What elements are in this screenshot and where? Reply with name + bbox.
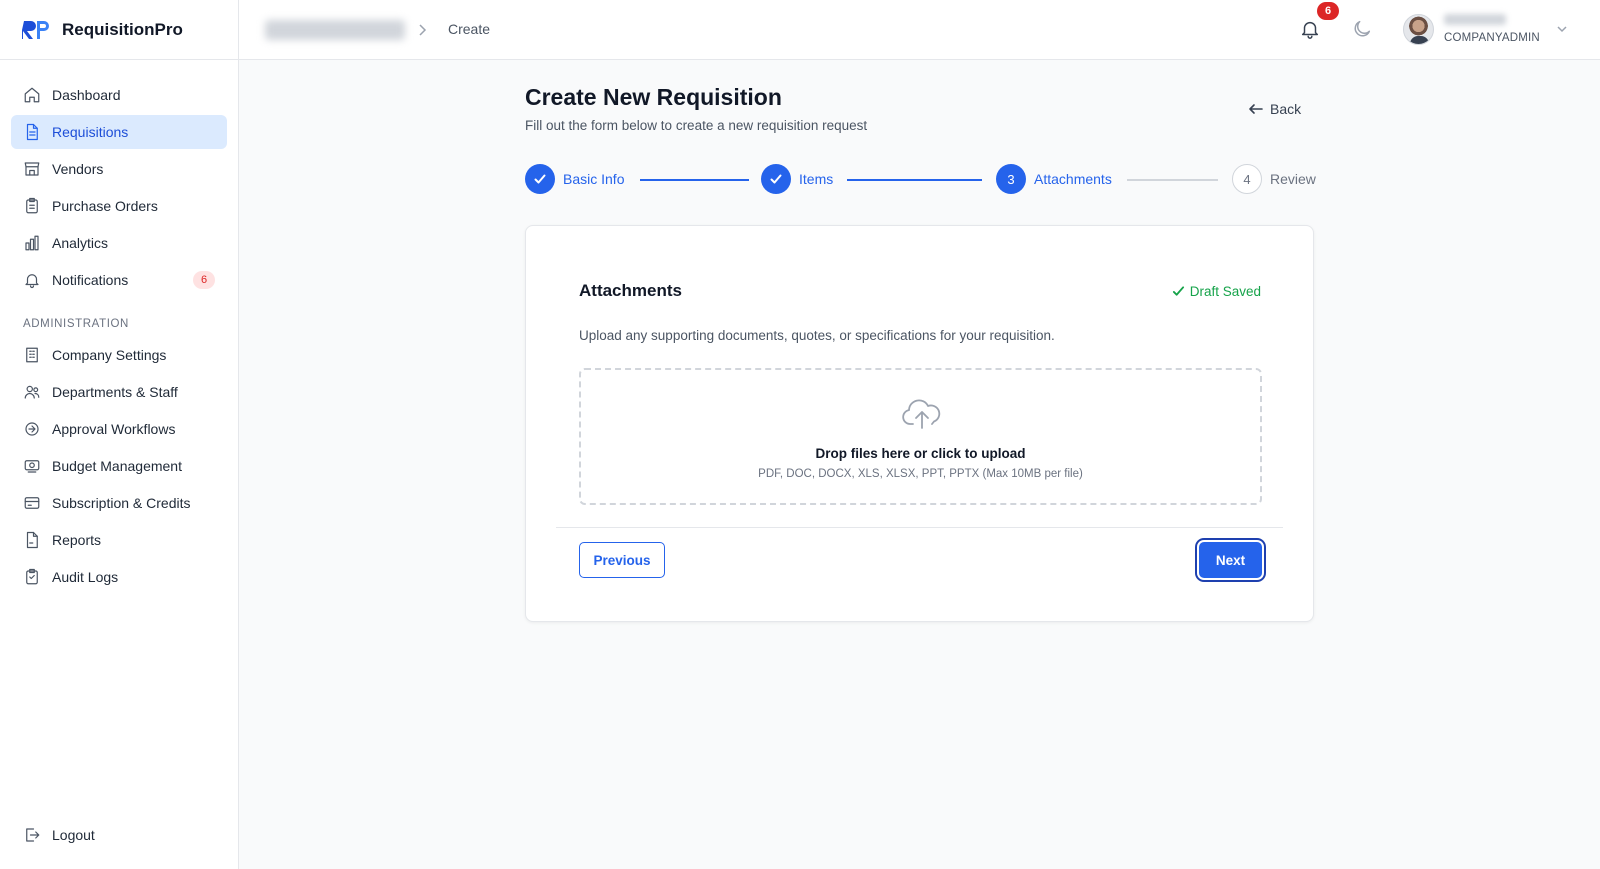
- sidebar-item-label: Purchase Orders: [52, 198, 158, 214]
- sidebar-item-label: Reports: [52, 532, 102, 548]
- sidebar-item-notifications[interactable]: Notifications 6: [11, 263, 227, 297]
- draft-saved-label: Draft Saved: [1189, 284, 1261, 299]
- previous-button[interactable]: Previous: [579, 542, 665, 578]
- sidebar-item-label: Vendors: [52, 161, 104, 177]
- workflow-icon: [23, 420, 41, 438]
- sidebar-item-analytics[interactable]: Analytics: [11, 226, 227, 260]
- budget-icon: [23, 457, 41, 475]
- avatar[interactable]: [1403, 14, 1434, 45]
- user-role: COMPANYADMIN: [1444, 32, 1540, 44]
- user-name-redacted: [1444, 14, 1506, 25]
- sidebar-item-vendors[interactable]: Vendors: [11, 152, 227, 186]
- cloud-upload-icon: [901, 396, 943, 432]
- logout-icon: [23, 826, 41, 844]
- breadcrumb-current: Create: [448, 21, 491, 37]
- sidebar-item-approval-workflows[interactable]: Approval Workflows: [11, 412, 227, 446]
- sidebar-item-requisitions[interactable]: Requisitions: [11, 115, 227, 149]
- store-icon: [23, 160, 41, 178]
- app-name: RequisitionPro: [62, 19, 183, 39]
- app-logo-icon: [22, 20, 49, 39]
- page-title: Create New Requisition: [525, 84, 782, 110]
- sidebar-item-subscription-credits[interactable]: Subscription & Credits: [11, 486, 227, 520]
- step-4-number: 4: [1232, 164, 1262, 194]
- sidebar-item-label: Budget Management: [52, 458, 182, 474]
- attachments-card: Attachments Draft Saved Upload any suppo…: [525, 225, 1314, 622]
- audit-icon: [23, 568, 41, 586]
- chevron-down-icon[interactable]: [1555, 22, 1569, 36]
- step-2-check-icon: [761, 164, 791, 194]
- file-dropzone[interactable]: Drop files here or click to upload PDF, …: [579, 368, 1262, 505]
- sidebar-item-label: Dashboard: [52, 87, 121, 103]
- back-button[interactable]: Back: [1248, 98, 1301, 120]
- sidebar-item-reports[interactable]: Reports: [11, 523, 227, 557]
- step-label-review: Review: [1270, 171, 1316, 187]
- notification-count-badge: 6: [193, 271, 215, 289]
- sidebar-item-label: Subscription & Credits: [52, 495, 191, 511]
- step-connector: [1127, 179, 1218, 181]
- draft-saved-status: Draft Saved: [1172, 284, 1261, 299]
- step-3-number: 3: [996, 164, 1026, 194]
- top-bar: Create 6 COMPANYADMIN: [239, 0, 1600, 60]
- step-label-basic-info: Basic Info: [563, 171, 625, 187]
- page-subtitle: Fill out the form below to create a new …: [525, 118, 868, 133]
- clipboard-icon: [23, 197, 41, 215]
- report-icon: [23, 531, 41, 549]
- sidebar-item-budget-management[interactable]: Budget Management: [11, 449, 227, 483]
- step-label-attachments: Attachments: [1034, 171, 1112, 187]
- sidebar-item-company-settings[interactable]: Company Settings: [11, 338, 227, 372]
- sidebar-item-purchase-orders[interactable]: Purchase Orders: [11, 189, 227, 223]
- sidebar-item-dashboard[interactable]: Dashboard: [11, 78, 227, 112]
- sidebar-item-label: Audit Logs: [52, 569, 119, 585]
- users-icon: [23, 383, 41, 401]
- divider: [556, 527, 1283, 528]
- card-title: Attachments: [579, 281, 682, 300]
- chevron-right-icon: [414, 20, 430, 40]
- building-icon: [23, 346, 41, 364]
- sidebar-item-departments-staff[interactable]: Departments & Staff: [11, 375, 227, 409]
- step-connector: [847, 179, 982, 181]
- back-label: Back: [1270, 101, 1302, 117]
- credit-card-icon: [23, 494, 41, 512]
- logout-label: Logout: [52, 827, 95, 843]
- dropzone-title: Drop files here or click to upload: [815, 446, 1026, 461]
- sidebar: RequisitionPro Dashboard Requisitions Ve…: [0, 0, 239, 869]
- sidebar-item-label: Departments & Staff: [52, 384, 178, 400]
- brand[interactable]: RequisitionPro: [0, 0, 238, 60]
- document-icon: [23, 123, 41, 141]
- logout-button[interactable]: Logout: [11, 818, 228, 852]
- check-icon: [1172, 286, 1184, 296]
- sidebar-item-label: Notifications: [52, 272, 129, 288]
- main-nav: Dashboard Requisitions Vendors Purchase …: [0, 60, 238, 594]
- notifications-bell-icon[interactable]: [1299, 18, 1323, 42]
- step-connector: [640, 179, 749, 181]
- bar-chart-icon: [23, 234, 41, 252]
- card-description: Upload any supporting documents, quotes,…: [579, 328, 1055, 343]
- breadcrumb-company-redacted[interactable]: [265, 20, 405, 40]
- sidebar-item-label: Requisitions: [52, 124, 129, 140]
- bell-icon: [23, 271, 41, 289]
- dropzone-hint: PDF, DOC, DOCX, XLS, XLSX, PPT, PPTX (Ma…: [758, 468, 1083, 480]
- administration-section-label: ADMINISTRATION: [23, 318, 129, 330]
- sidebar-item-label: Approval Workflows: [52, 421, 176, 437]
- stepper: Basic Info Items 3 Attachments 4 Review: [525, 164, 1316, 196]
- next-button[interactable]: Next: [1199, 542, 1262, 578]
- sidebar-item-label: Analytics: [52, 235, 109, 251]
- home-icon: [23, 86, 41, 104]
- step-1-check-icon: [525, 164, 555, 194]
- sidebar-item-label: Company Settings: [52, 347, 167, 363]
- dark-mode-moon-icon[interactable]: [1351, 18, 1375, 42]
- step-label-items: Items: [799, 171, 834, 187]
- sidebar-item-audit-logs[interactable]: Audit Logs: [11, 560, 227, 594]
- notifications-badge: 6: [1317, 2, 1339, 20]
- arrow-left-icon: [1249, 104, 1263, 114]
